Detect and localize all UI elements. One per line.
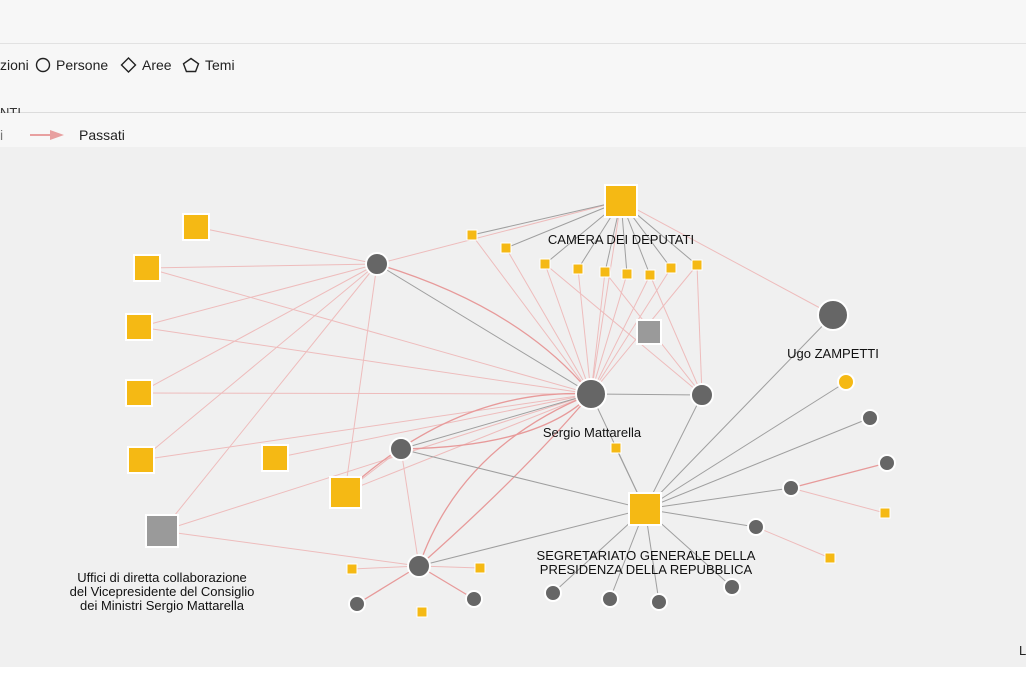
corner-label: L (1019, 643, 1026, 658)
circle-icon (35, 57, 51, 73)
past-links (138, 200, 886, 570)
legend-item-topics[interactable]: Temi (182, 57, 235, 73)
node-organization[interactable] (133, 254, 161, 282)
label-uffici-line2: del Vicepresidente del Consiglio (70, 584, 255, 599)
network-graph-canvas[interactable]: CAMERA DEI DEPUTATI Ugo ZAMPETTI Sergio … (0, 147, 1026, 667)
label-uffici-line1: Uffici di diretta collaborazione (77, 570, 247, 585)
node-segretariato-generale[interactable] (628, 492, 662, 526)
label-uffici-line3: dei Ministri Sergio Mattarella (80, 598, 245, 613)
node-organization-small[interactable] (621, 268, 633, 280)
label-segretariato-line1: SEGRETARIATO GENERALE DELLA (537, 548, 756, 563)
pentagon-icon (182, 57, 200, 73)
legend-item-areas-label: Aree (142, 57, 172, 73)
node-person[interactable] (465, 590, 483, 608)
node-organization-small[interactable] (416, 606, 428, 618)
legend-item-current[interactable]: i (0, 127, 3, 143)
node-organization[interactable] (261, 444, 289, 472)
legend-types-panel (0, 44, 1026, 113)
node-organization-small[interactable] (879, 507, 891, 519)
node-person[interactable] (650, 593, 668, 611)
node-organization-small[interactable] (466, 229, 478, 241)
node-organization-small[interactable] (665, 262, 677, 274)
network-graph[interactable]: CAMERA DEI DEPUTATI Ugo ZAMPETTI Sergio … (0, 147, 1026, 667)
label-camera-dei-deputati: CAMERA DEI DEPUTATI (548, 232, 694, 247)
node-organization-small[interactable] (691, 259, 703, 271)
node-organization-small[interactable] (644, 269, 656, 281)
node-person[interactable] (389, 437, 413, 461)
node-person[interactable] (723, 578, 741, 596)
node-organization-small[interactable] (572, 263, 584, 275)
node-organization-small[interactable] (346, 563, 358, 575)
node-sergio-mattarella[interactable] (575, 378, 607, 410)
node-organization-small[interactable] (599, 266, 611, 278)
arrow-right-icon (30, 130, 64, 140)
node-person-highlighted[interactable] (837, 373, 855, 391)
label-sergio-mattarella: Sergio Mattarella (543, 425, 642, 440)
node-organization-small[interactable] (500, 242, 512, 254)
node-organization-small[interactable] (474, 562, 486, 574)
node-organization-small[interactable] (610, 442, 622, 454)
node-person[interactable] (782, 479, 800, 497)
node-ugo-zampetti[interactable] (817, 299, 849, 331)
legend-item-organizations-label: zioni (0, 57, 29, 73)
node-uffici-diretta-collaborazione[interactable] (145, 514, 179, 548)
node-person[interactable] (348, 595, 366, 613)
legend-item-past[interactable]: Passati (30, 127, 125, 143)
node-person[interactable] (878, 454, 896, 472)
node-organization[interactable] (125, 313, 153, 341)
legend-item-organizations[interactable]: zioni (0, 57, 29, 73)
node-person[interactable] (407, 554, 431, 578)
legend-item-areas[interactable]: Aree (120, 57, 172, 73)
legend-item-persons[interactable]: Persone (35, 57, 108, 73)
top-toolbar (0, 0, 1026, 44)
node-person[interactable] (601, 590, 619, 608)
node-person[interactable] (861, 409, 879, 427)
node-organization-small[interactable] (824, 552, 836, 564)
node-camera-dei-deputati[interactable] (604, 184, 638, 218)
legend-item-persons-label: Persone (56, 57, 109, 73)
diamond-icon (120, 57, 137, 73)
legend-item-past-label: Passati (79, 127, 125, 143)
node-area[interactable] (636, 319, 662, 345)
label-ugo-zampetti: Ugo ZAMPETTI (787, 346, 879, 361)
legend-item-topics-label: Temi (205, 57, 235, 73)
node-person[interactable] (544, 584, 562, 602)
node-organization-small[interactable] (539, 258, 551, 270)
current-links (376, 200, 871, 603)
bottom-bar (0, 667, 1026, 676)
legend-item-current-label: i (0, 127, 4, 143)
node-organization[interactable] (127, 446, 155, 474)
node-organization[interactable] (125, 379, 153, 407)
node-person[interactable] (747, 518, 765, 536)
node-organization[interactable] (182, 213, 210, 241)
node-organization[interactable] (329, 476, 362, 509)
node-person[interactable] (690, 383, 714, 407)
node-person[interactable] (365, 252, 389, 276)
label-segretariato-line2: PRESIDENZA DELLA REPUBBLICA (540, 562, 753, 577)
legend-relations-panel (0, 113, 1026, 147)
